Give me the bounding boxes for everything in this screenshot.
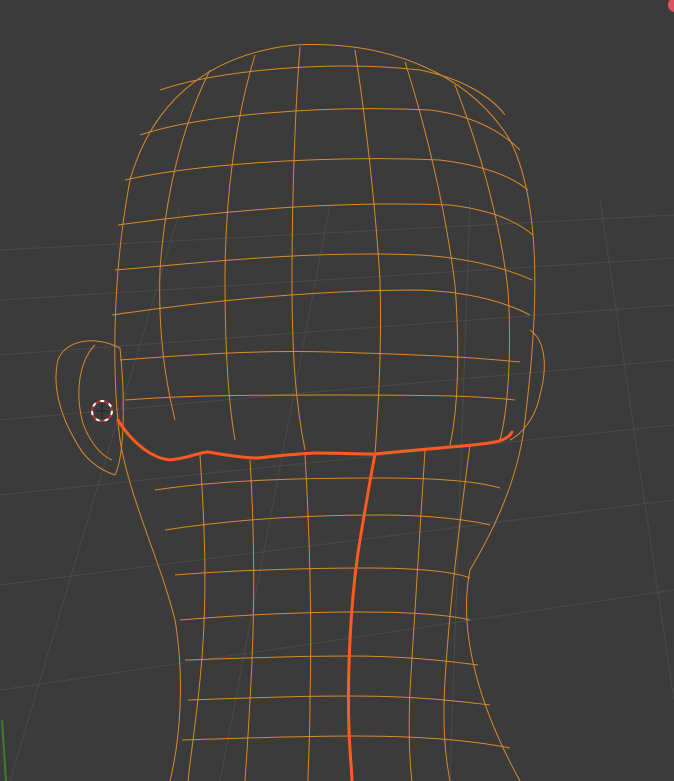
mesh-edge-loop [224, 54, 256, 441]
mesh-edge-ring [114, 253, 533, 281]
ear-mesh [55, 340, 124, 476]
grid-line [0, 589, 674, 691]
mesh-edge-ring [159, 65, 506, 116]
grid-line [449, 199, 471, 781]
mesh-edge-ring [119, 351, 521, 363]
mesh-edge-ring [174, 567, 471, 579]
3d-viewport[interactable] [0, 0, 674, 781]
mesh-edge-loop [404, 61, 459, 446]
mesh-edge-ring [179, 611, 471, 621]
floor-grid [0, 199, 674, 781]
mesh-edge-ring [139, 108, 521, 151]
grid-line [0, 257, 674, 301]
grid-line [0, 214, 674, 251]
grid-line [0, 424, 674, 496]
mesh-edge-ring [124, 158, 529, 191]
mesh-edge-ring [184, 655, 479, 666]
ear-mesh [509, 329, 545, 441]
grid-line [219, 204, 331, 781]
mesh-edge-ring [111, 289, 531, 316]
mesh-edge-ring [154, 477, 501, 491]
mesh-edge-loop [244, 459, 255, 781]
grid-line [0, 304, 674, 356]
selected-edges[interactable] [116, 418, 514, 781]
grid-line [9, 209, 181, 781]
seam-edge-vertical [347, 452, 377, 781]
mesh-edge-loop [291, 46, 306, 451]
mesh-edge-loop [354, 49, 382, 456]
mesh-edge-loop [304, 454, 312, 781]
y-axis-line [1, 719, 7, 781]
mesh-edge-loop [159, 69, 211, 421]
mesh-edge-ring [164, 514, 491, 531]
mesh-edge-loop [408, 449, 426, 781]
3d-cursor-icon[interactable] [91, 400, 113, 422]
grid-line [599, 199, 674, 701]
seam-edge-horizontal [116, 418, 514, 462]
viewport-canvas[interactable] [0, 0, 674, 781]
mesh-edge-ring [181, 735, 511, 749]
gizmo-dot-icon[interactable] [668, 0, 674, 12]
mesh-outline [114, 44, 536, 781]
grid-line [0, 499, 674, 586]
